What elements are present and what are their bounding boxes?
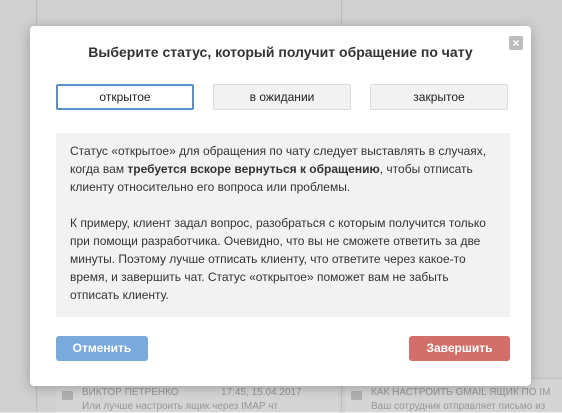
status-open-button[interactable]: открытое [56, 84, 194, 110]
status-dialog: × Выберите статус, который получит обращ… [30, 26, 531, 386]
cancel-button[interactable]: Отменить [56, 336, 148, 361]
status-closed-button[interactable]: закрытое [370, 84, 508, 110]
dialog-title: Выберите статус, который получит обращен… [88, 44, 473, 60]
description-paragraph-2: К примеру, клиент задал вопрос, разобрат… [70, 216, 486, 302]
status-pending-button[interactable]: в ожидании [213, 84, 351, 110]
finish-button[interactable]: Завершить [409, 336, 510, 361]
description-paragraph-1: Статус «открытое» для обращения по чату … [70, 144, 487, 194]
status-description: Статус «открытое» для обращения по чату … [56, 133, 510, 317]
